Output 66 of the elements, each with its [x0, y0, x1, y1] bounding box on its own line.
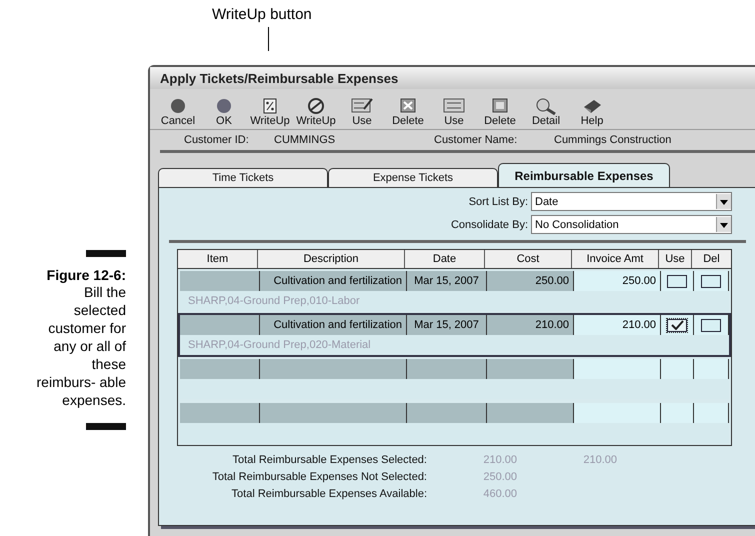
- total-value: 210.00: [482, 454, 517, 466]
- total-label: Total Reimbursable Expenses Available:: [230, 488, 427, 500]
- total-label: Total Reimbursable Expenses Not Selected:: [211, 471, 427, 483]
- table-cell: Mar 15, 2007: [407, 315, 487, 335]
- table-cell: 250.00: [487, 271, 574, 291]
- table-cell: [661, 403, 694, 423]
- toolbar-button[interactable]: Use: [340, 91, 384, 127]
- table-cell: [694, 359, 729, 379]
- tab[interactable]: Reimbursable Expenses: [498, 163, 670, 188]
- table-cell: 210.00: [487, 315, 574, 335]
- toolbar-button[interactable]: Delete: [478, 91, 522, 127]
- field-label: Sort List By:: [468, 196, 528, 208]
- callout-label: WriteUp button: [212, 6, 312, 23]
- window-title: Apply Tickets/Reimbursable Expenses: [150, 67, 755, 89]
- column-header: Item: [178, 250, 258, 268]
- table-cell: [694, 403, 729, 423]
- table-cell: Cultivation and fertilization: [260, 315, 407, 335]
- customer-name: Cummings Construction: [554, 134, 672, 146]
- field-label: Customer Name:: [434, 134, 518, 146]
- table-cell: Cultivation and fertilization: [260, 271, 407, 291]
- column-header: Date: [405, 250, 485, 268]
- no-sign-icon: [306, 97, 326, 115]
- column-header: Description: [258, 250, 405, 268]
- customer-id: CUMMINGS: [274, 134, 336, 146]
- list-icon: [442, 97, 466, 115]
- table-cell: 250.00: [574, 271, 661, 291]
- table-row[interactable]: Cultivation and fertilization Mar 15, 2007 210.00 210.00 SHARP,04-Ground Prep,020-Material: [178, 313, 731, 357]
- circle-icon: [168, 97, 188, 115]
- toolbar-button[interactable]: Detail: [524, 91, 568, 127]
- column-header: Cost: [485, 250, 572, 268]
- toolbar-button[interactable]: Help: [570, 91, 614, 127]
- field-label: Customer ID:: [184, 134, 250, 146]
- column-header: Use: [659, 250, 692, 268]
- figure-number: Figure 12-6:: [46, 267, 126, 283]
- table-cell: 210.00: [574, 315, 661, 335]
- checkbox[interactable]: [667, 318, 687, 332]
- column-header: Del: [702, 252, 721, 267]
- toolbar-button[interactable]: WriteUp: [248, 91, 292, 127]
- total-label: Total Reimbursable Expenses Selected:: [232, 454, 427, 466]
- checkbox[interactable]: [667, 274, 687, 288]
- magnifier-icon: [534, 97, 558, 115]
- table-cell: [661, 359, 694, 379]
- total-value: 210.00: [582, 454, 617, 466]
- column-header: Invoice Amt: [572, 250, 659, 268]
- total-value: 460.00: [482, 488, 517, 500]
- toolbar-button[interactable]: WriteUp: [294, 91, 338, 127]
- checkbox[interactable]: [701, 318, 721, 332]
- toolbar-button[interactable]: OK: [202, 91, 246, 127]
- delete-icon: [398, 97, 418, 115]
- toolbar-button[interactable]: Delete: [386, 91, 430, 127]
- toolbar-button[interactable]: Use: [432, 91, 476, 127]
- dropdown-field[interactable]: Date: [531, 192, 732, 211]
- square-icon: [490, 97, 510, 115]
- table-row[interactable]: Cultivation and fertilization Mar 15, 2007 250.00 250.00 SHARP,04-Ground Prep,010-Labor: [178, 269, 731, 313]
- tab[interactable]: Time Tickets: [158, 168, 328, 188]
- dropdown-field[interactable]: No Consolidation: [531, 215, 732, 234]
- checkbox[interactable]: [701, 274, 721, 288]
- table-cell: Mar 15, 2007: [407, 271, 487, 291]
- list-pen-icon: [350, 97, 374, 115]
- circle-icon: [214, 97, 234, 115]
- leader-line: [268, 27, 269, 51]
- toolbar-button[interactable]: Cancel: [156, 91, 200, 127]
- field-label: Consolidate By:: [450, 218, 528, 230]
- tab[interactable]: Expense Tickets: [328, 168, 498, 188]
- total-value: 250.00: [482, 471, 517, 483]
- figure-caption: Bill the selected customer for any or all of these reimburs- able expenses.: [36, 283, 126, 409]
